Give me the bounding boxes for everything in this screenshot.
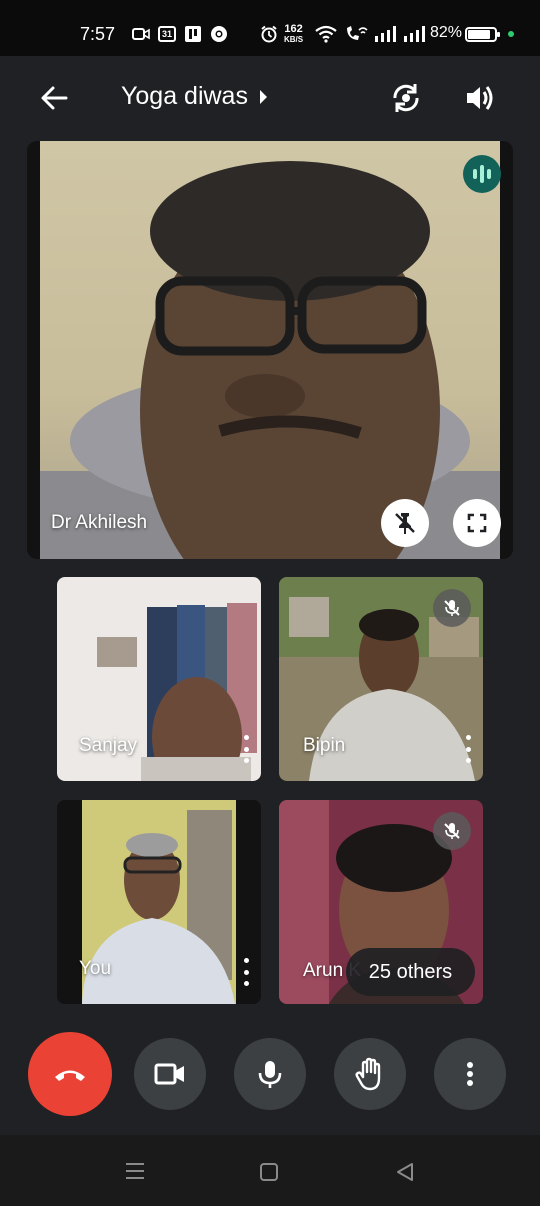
fullscreen-icon	[467, 513, 487, 533]
network-speed-unit: KB/S	[284, 35, 304, 44]
network-speed-value: 162	[284, 23, 303, 35]
fullscreen-button[interactable]	[453, 499, 501, 547]
caret-right-icon	[259, 89, 267, 104]
hang-up-icon	[55, 1070, 85, 1081]
more-options-icon[interactable]	[241, 735, 251, 763]
chrome-icon	[210, 26, 228, 42]
notes-icon	[184, 26, 202, 42]
battery-percentage: 82%	[430, 24, 463, 41]
home-square-icon[interactable]	[259, 1162, 279, 1182]
participant-name: Sanjay	[79, 735, 138, 756]
more-options-icon[interactable]	[463, 735, 473, 763]
main-video-feed	[40, 141, 500, 559]
participant-tile-bipin[interactable]: Bipin	[279, 577, 483, 781]
back-button[interactable]	[36, 80, 72, 116]
participant-name: You	[79, 958, 112, 979]
audio-output-button[interactable]	[460, 78, 500, 118]
unpin-button[interactable]	[381, 499, 429, 547]
network-speed: 162 KB/S	[284, 24, 303, 45]
battery-icon	[465, 27, 500, 42]
participant-name: Dr Akhilesh	[51, 512, 148, 533]
others-count-chip[interactable]: 25 others	[346, 948, 475, 996]
hand-icon	[355, 1057, 381, 1091]
unpin-icon	[395, 513, 415, 534]
speaking-indicator-icon	[463, 155, 501, 193]
system-navigation-bar	[0, 1135, 540, 1206]
status-bar: 7:57 31 162 KB/S 82%	[0, 0, 540, 56]
privacy-indicator-dot	[508, 31, 514, 37]
signal-icon-sim1	[374, 26, 398, 42]
participant-tile-sanjay[interactable]: Sanjay	[57, 577, 261, 781]
wifi-icon	[314, 25, 338, 43]
more-options-button[interactable]	[434, 1038, 506, 1110]
video-call-notification-icon	[132, 26, 150, 42]
meeting-title-button[interactable]: Yoga diwas	[121, 82, 267, 111]
wifi-calling-icon	[344, 26, 368, 42]
participant-video-image	[40, 161, 500, 559]
participant-name: Bipin	[303, 735, 346, 756]
meeting-title: Yoga diwas	[121, 82, 248, 110]
more-options-icon[interactable]	[241, 958, 251, 986]
signal-icon-sim2	[403, 26, 427, 42]
calendar-icon: 31	[158, 26, 176, 42]
video-camera-icon	[154, 1063, 184, 1085]
recents-menu-icon[interactable]	[124, 1161, 146, 1181]
switch-camera-icon	[393, 84, 419, 112]
switch-camera-button[interactable]	[386, 78, 426, 118]
participant-tile-self[interactable]: You	[57, 800, 261, 1004]
more-vert-icon	[467, 1062, 473, 1086]
microphone-toggle-button[interactable]	[234, 1038, 306, 1110]
meeting-header: Yoga diwas	[0, 56, 540, 140]
mic-off-icon	[433, 812, 471, 850]
speaker-icon	[467, 86, 493, 110]
main-participant-tile[interactable]: Dr Akhilesh	[27, 141, 513, 559]
microphone-icon	[258, 1061, 282, 1088]
back-triangle-icon[interactable]	[395, 1162, 415, 1182]
mic-off-icon	[433, 589, 471, 627]
arrow-left-icon	[41, 86, 68, 110]
end-call-button[interactable]	[28, 1032, 112, 1116]
raise-hand-button[interactable]	[334, 1038, 406, 1110]
clock: 7:57	[80, 24, 116, 44]
alarm-icon	[260, 25, 278, 43]
camera-toggle-button[interactable]	[134, 1038, 206, 1110]
